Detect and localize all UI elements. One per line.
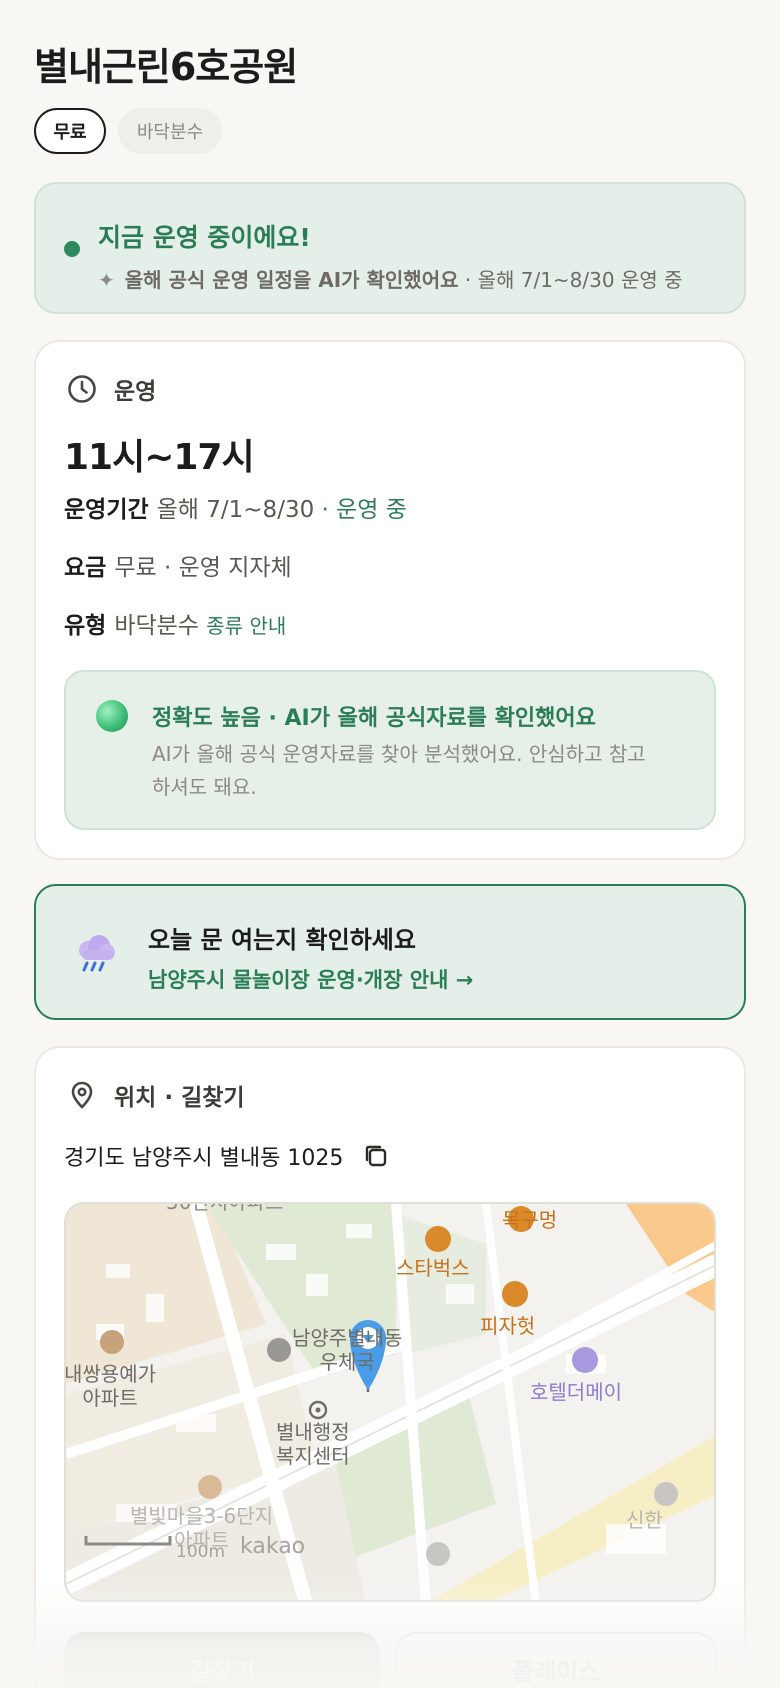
hours-section-label: 운영 (114, 379, 157, 405)
fee-label: 요금 (64, 555, 107, 581)
operating-hours: 11시~17시 (64, 437, 255, 478)
period-label: 운영기간 (64, 497, 149, 523)
type-value: 바닥분수 (114, 613, 199, 639)
notice-title: 오늘 문 여는지 확인하세요 (148, 926, 416, 954)
price-chip[interactable]: 무료 (34, 108, 106, 154)
place-button-label: 플레이스 (511, 1657, 601, 1686)
status-detail-text: · 올해 7/1~8/30 운영 중 (458, 268, 683, 292)
clock-icon (68, 375, 96, 403)
location-section-label: 위치 · 길찾기 (114, 1085, 245, 1111)
operating-status-banner: 지금 운영 중이에요! ✦ 올해 공식 운영 일정을 AI가 확인했어요 · 올해… (34, 182, 746, 314)
type-guide-link[interactable]: 종류 안내 (206, 614, 286, 638)
status-subtitle: ✦ 올해 공식 운영 일정을 AI가 확인했어요 · 올해 7/1~8/30 운영… (98, 264, 683, 293)
status-title: 지금 운영 중이에요! (98, 223, 311, 252)
fee-value: 무료 · 운영 지자체 (114, 555, 292, 581)
address-row: 경기도 남양주시 별내동 1025 (64, 1140, 391, 1172)
map-label-pizza[interactable]: 피자헛 (480, 1310, 535, 1339)
period-value: 올해 7/1~8/30 (156, 497, 315, 523)
location-card: 위치 · 길찾기 경기도 남양주시 별내동 1025 목구멍 스타벅스 피자헛 … (34, 1046, 746, 1688)
map-view[interactable]: 목구멍 스타벅스 피자헛 호텔더메이 내쌍용예가 아파트 남양주별내동 우체국 별내… (64, 1202, 716, 1602)
notice-link[interactable]: 남양주시 물놀이장 운영·개장 안내 → (148, 964, 473, 994)
fee-row: 요금 무료 · 운영 지자체 (64, 548, 292, 582)
hours-section-header: 운영 (66, 372, 156, 406)
open-check-notice[interactable]: 오늘 문 여는지 확인하세요 남양주시 물놀이장 운영·개장 안내 → (34, 884, 746, 1020)
park-detail-page: 별내근린6호공원 무료 바닥분수 지금 운영 중이에요! ✦ 올해 공식 운영 일… (0, 0, 780, 1688)
copy-icon[interactable] (361, 1141, 391, 1171)
type-label: 유형 (64, 613, 107, 639)
kakao-logo: kakao (240, 1534, 306, 1559)
accuracy-text: AI가 올해 공식 운영자료를 찾아 분석했어요. 안심하고 참고하셔도 돼요. (152, 742, 646, 799)
place-button[interactable]: 플레이스 (396, 1632, 716, 1688)
rain-cloud-icon (79, 935, 115, 972)
map-label-admin-center[interactable]: 별내행정 복지센터 (276, 1420, 350, 1468)
map-label-dog[interactable]: 목구멍 (502, 1204, 557, 1233)
page-title: 별내근린6호공원 (34, 45, 298, 89)
location-pin-icon (71, 1081, 93, 1109)
sparkle-icon: ✦ (98, 268, 115, 292)
location-section-header: 위치 · 길찾기 (66, 1078, 245, 1112)
status-dot-icon (64, 241, 80, 257)
type-row: 유형 바닥분수 종류 안내 (64, 606, 286, 640)
accuracy-indicator-icon (96, 700, 128, 732)
map-label-hotel[interactable]: 호텔더메이 (530, 1376, 622, 1405)
route-button-label: 길찾기 (188, 1657, 256, 1686)
map-label-bank[interactable]: 신한 (626, 1508, 663, 1532)
map-label-post-office[interactable]: 남양주별내동 우체국 (292, 1326, 402, 1374)
accuracy-box: 정확도 높음 · AI가 올해 공식자료를 확인했어요 AI가 올해 공식 운영… (64, 670, 716, 830)
type-chip[interactable]: 바닥분수 (118, 108, 222, 154)
map-label-starbucks[interactable]: 스타벅스 (396, 1252, 470, 1281)
period-row: 운영기간 올해 7/1~8/30 · 운영 중 (64, 490, 407, 524)
map-label-top-apartment[interactable]: 50단지아파트 (166, 1204, 283, 1214)
status-verified-text: 올해 공식 운영 일정을 AI가 확인했어요 (124, 268, 459, 292)
hours-card: 운영 11시~17시 운영기간 올해 7/1~8/30 · 운영 중 요금 무료 ·… (34, 340, 746, 860)
map-label-apartment-1[interactable]: 내쌍용예가 아파트 (66, 1362, 156, 1410)
route-button[interactable]: 길찾기 (64, 1632, 380, 1688)
accuracy-title: 정확도 높음 · AI가 올해 공식자료를 확인했어요 (152, 706, 596, 731)
address-text: 경기도 남양주시 별내동 1025 (64, 1146, 344, 1171)
period-status: · 운영 중 (314, 497, 407, 523)
map-scale-label: 100m (176, 1542, 226, 1562)
